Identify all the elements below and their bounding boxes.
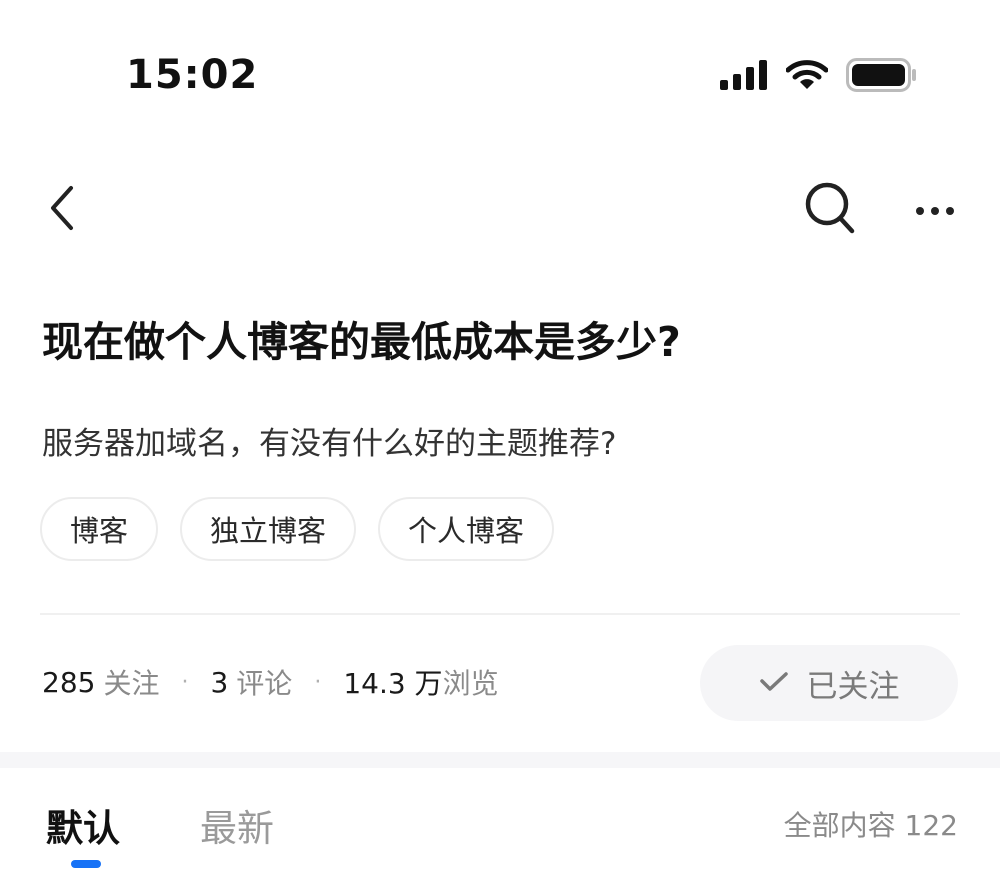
topic-tag[interactable]: 个人博客 (378, 497, 555, 561)
total-content-count: 全部内容 122 (783, 809, 958, 842)
status-icons (720, 58, 918, 96)
status-time: 15:02 (126, 52, 259, 98)
battery-icon (846, 58, 918, 96)
question-title: 现在做个人博客的最低成本是多少? (42, 318, 681, 366)
wifi-icon (785, 59, 829, 95)
more-button[interactable] (905, 180, 965, 240)
more-icon (915, 201, 955, 220)
back-arrow-icon (47, 184, 75, 236)
stat-separator: · (314, 669, 322, 695)
question-description: 服务器加域名，有没有什么好的主题推荐? (42, 426, 617, 462)
followers-count: 285 (42, 665, 96, 699)
tab-default[interactable]: 默认 (46, 798, 120, 852)
comments-label[interactable]: 评论 (236, 662, 292, 702)
question-stats: 285 关注 · 3 评论 · 14.3 万 浏览 (42, 662, 499, 702)
signal-icon (720, 60, 768, 94)
nav-bar (0, 170, 1000, 250)
topic-tag[interactable]: 独立博客 (180, 497, 357, 561)
comments-count[interactable]: 3 (210, 666, 228, 699)
stat-separator: · (181, 669, 189, 695)
tab-latest[interactable]: 最新 (200, 798, 274, 852)
section-separator (0, 752, 1000, 768)
divider (40, 613, 960, 615)
check-icon (759, 665, 789, 701)
views-count: 14.3 万 (343, 667, 443, 700)
followed-button[interactable]: 已关注 (700, 645, 958, 721)
views-label: 浏览 (442, 667, 499, 700)
search-icon (804, 181, 856, 239)
followed-button-label: 已关注 (806, 668, 900, 705)
followers-label: 关注 (103, 667, 160, 700)
search-button[interactable] (800, 180, 860, 240)
topic-tag[interactable]: 博客 (40, 497, 159, 561)
status-bar: 15:02 (0, 0, 1000, 140)
topic-tags: 博客 独立博客 个人博客 (40, 497, 555, 561)
active-tab-indicator (71, 860, 101, 868)
back-button[interactable] (36, 180, 86, 240)
